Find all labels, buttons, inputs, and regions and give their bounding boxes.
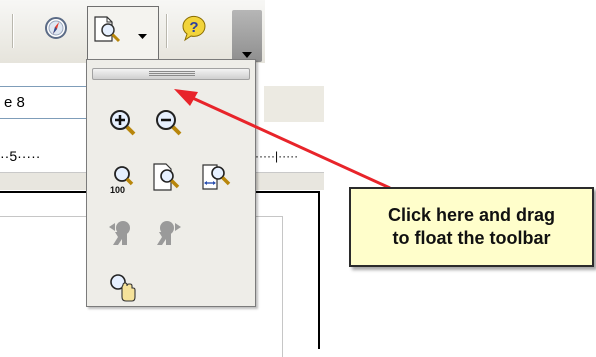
- callout-line-1: Click here and drag: [387, 205, 556, 225]
- pointer-arrow: [174, 89, 391, 190]
- callout-line-2: to float the toolbar: [392, 228, 551, 248]
- callout-box: Click here and drag to float the toolbar: [349, 187, 594, 267]
